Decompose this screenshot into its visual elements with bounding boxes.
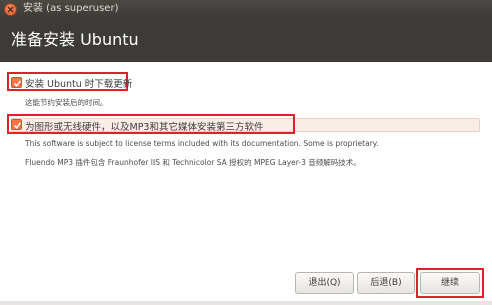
download-updates-checkbox[interactable]	[11, 77, 22, 88]
window-title: 安装 (as superuser)	[23, 3, 119, 14]
highlight-box-continue	[416, 268, 484, 298]
page-header: 准备安装 Ubuntu	[0, 19, 492, 62]
page-title: 准备安装 Ubuntu	[11, 30, 139, 49]
third-party-label[interactable]: 为图形或无线硬件，以及MP3和其它媒体安装第三方软件	[25, 119, 263, 133]
window-titlebar: 安装 (as superuser)	[0, 0, 492, 19]
download-updates-hint: 这能节约安装后的时间。	[25, 98, 108, 107]
window-bottom-edge	[0, 301, 492, 305]
quit-button[interactable]: 退出(Q)	[295, 272, 354, 294]
third-party-checkbox[interactable]	[11, 119, 22, 130]
third-party-license-hint: This software is subject to license term…	[25, 139, 379, 148]
back-button[interactable]: 后退(B)	[357, 272, 415, 294]
download-updates-label[interactable]: 安装 Ubuntu 时下载更新	[25, 76, 132, 90]
close-icon[interactable]	[4, 3, 17, 16]
fluendo-mp3-hint: Fluendo MP3 插件包含 Fraunhofer IIS 和 Techni…	[25, 158, 361, 167]
